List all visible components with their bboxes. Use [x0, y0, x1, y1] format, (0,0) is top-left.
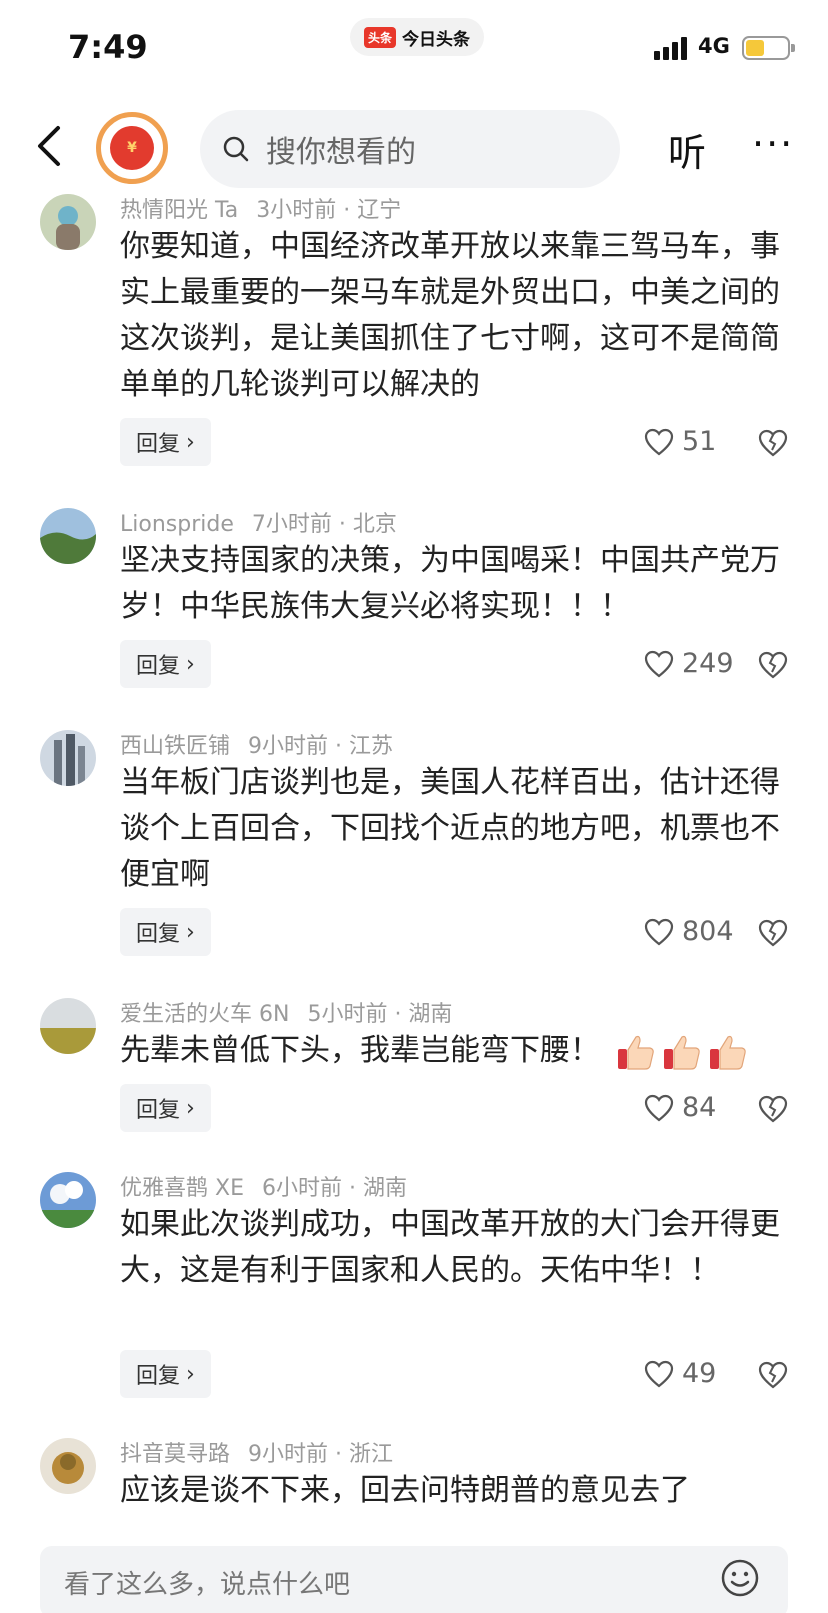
listen-button[interactable]: 听 [668, 122, 706, 177]
comment-time-location: 9小时前 · 江苏 [248, 734, 393, 759]
comment-input[interactable]: 看了这么多，说点什么吧 [40, 1546, 788, 1613]
chevron-right-icon: › [186, 651, 195, 677]
red-envelope-icon: ¥ [110, 126, 154, 170]
thumbs-up-icon [709, 1035, 746, 1070]
reply-label: 回复 [136, 922, 181, 947]
search-icon [223, 136, 249, 162]
comment-text: 你要知道，中国经济改革开放以来靠三驾马车，事实上最重要的一架马车就是外贸出口，中… [120, 229, 780, 402]
like-count: 51 [682, 426, 717, 457]
comment-time-location: 5小时前 · 湖南 [307, 1002, 453, 1027]
broken-heart-icon[interactable] [758, 428, 788, 458]
search-placeholder: 搜你想看的 [266, 135, 416, 170]
like-count: 84 [682, 1092, 717, 1123]
heart-icon [644, 428, 674, 455]
status-bar: 7:49 头条 今日头条 4G [0, 0, 828, 100]
comment-text: 先辈未曾低下头，我辈岂能弯下腰！ [120, 1033, 600, 1068]
bottom-bar: 看了这么多，说点什么吧 [0, 1536, 828, 1613]
avatar[interactable] [40, 508, 96, 564]
chevron-right-icon: › [186, 1361, 195, 1387]
comment-text: 坚决支持国家的决策，为中国喝采！中国共产党万岁！中华民族伟大复兴必将实现！！！ [120, 543, 780, 624]
comment-input-placeholder: 看了这么多，说点什么吧 [64, 1569, 351, 1600]
avatar[interactable] [40, 730, 96, 786]
like-count: 49 [682, 1358, 717, 1389]
reply-button[interactable]: 回复 › [120, 640, 211, 688]
comment-username[interactable]: 热情阳光 Ta [120, 198, 238, 223]
chevron-right-icon: › [186, 429, 195, 455]
like-button[interactable]: 804 [644, 916, 734, 947]
like-button[interactable]: 84 [644, 1092, 716, 1123]
app-indicator[interactable]: 头条 今日头条 [350, 18, 485, 56]
reply-label: 回复 [136, 432, 181, 457]
broken-heart-icon[interactable] [758, 650, 788, 680]
avatar[interactable] [40, 194, 96, 250]
thumbs-up-emoji-group [610, 1033, 748, 1070]
thumbs-up-icon [663, 1035, 700, 1070]
comment-time-location: 6小时前 · 湖南 [261, 1176, 407, 1201]
comment-username[interactable]: 优雅喜鹊 XE [120, 1176, 244, 1201]
reply-label: 回复 [136, 1364, 181, 1389]
reply-label: 回复 [136, 654, 181, 679]
comment-text: 如果此次谈判成功，中国改革开放的大门会开得更大，这是有利于国家和人民的。天佑中华… [120, 1207, 780, 1288]
comment-username[interactable]: Lionspride [120, 512, 234, 537]
reply-button[interactable]: 回复 › [120, 908, 211, 956]
comment-username[interactable]: 爱生活的火车 6N [120, 1002, 289, 1027]
avatar[interactable] [40, 998, 96, 1054]
comment-text: 当年板门店谈判也是，美国人花样百出，估计还得谈个上百回合，下回找个近点的地方吧，… [120, 765, 780, 892]
heart-icon [644, 918, 674, 945]
comment-username[interactable]: 抖音莫寻路 [120, 1442, 230, 1467]
comment-time-location: 7小时前 · 北京 [251, 512, 397, 537]
heart-icon [644, 1360, 674, 1387]
broken-heart-icon[interactable] [758, 918, 788, 948]
reply-button[interactable]: 回复 › [120, 418, 211, 466]
like-button[interactable]: 249 [644, 648, 734, 679]
like-count: 804 [682, 916, 734, 947]
reply-button[interactable]: 回复 › [120, 1350, 211, 1398]
thumbs-up-icon [617, 1035, 654, 1070]
red-envelope-button[interactable]: ¥ [96, 112, 168, 184]
comment-time-location: 9小时前 · 浙江 [248, 1442, 393, 1467]
reply-button[interactable]: 回复 › [120, 1084, 211, 1132]
comment-username[interactable]: 西山铁匠铺 [120, 734, 230, 759]
like-count: 249 [682, 648, 734, 679]
comment-list: 热情阳光 Ta 3小时前 · 辽宁 你要知道，中国经济改革开放以来靠三驾马车，事实… [0, 192, 828, 1536]
heart-icon [644, 1094, 674, 1121]
signal-icon [654, 36, 687, 60]
top-nav: ¥ 搜你想看的 听 ··· [0, 100, 828, 190]
search-bar[interactable]: 搜你想看的 [200, 110, 620, 188]
broken-heart-icon[interactable] [758, 1094, 788, 1124]
like-button[interactable]: 51 [644, 426, 716, 457]
status-time: 7:49 [68, 28, 148, 66]
chevron-right-icon: › [186, 1095, 195, 1121]
chevron-right-icon: › [186, 919, 195, 945]
app-name: 今日头条 [402, 29, 471, 50]
like-button[interactable]: 49 [644, 1358, 716, 1389]
comment-text: 应该是谈不下来，回去问特朗普的意见去了 [120, 1473, 690, 1508]
avatar[interactable] [40, 1172, 96, 1228]
smiley-icon[interactable] [720, 1558, 760, 1598]
avatar[interactable] [40, 1438, 96, 1494]
heart-icon [644, 650, 674, 677]
toutiao-logo-icon: 头条 [364, 26, 397, 48]
more-button[interactable]: ··· [752, 122, 794, 166]
chevron-left-icon[interactable] [30, 122, 70, 170]
network-type: 4G [698, 34, 730, 58]
comment-time-location: 3小时前 · 辽宁 [256, 198, 402, 223]
reply-label: 回复 [136, 1098, 181, 1123]
broken-heart-icon[interactable] [758, 1360, 788, 1390]
battery-icon [742, 36, 795, 60]
